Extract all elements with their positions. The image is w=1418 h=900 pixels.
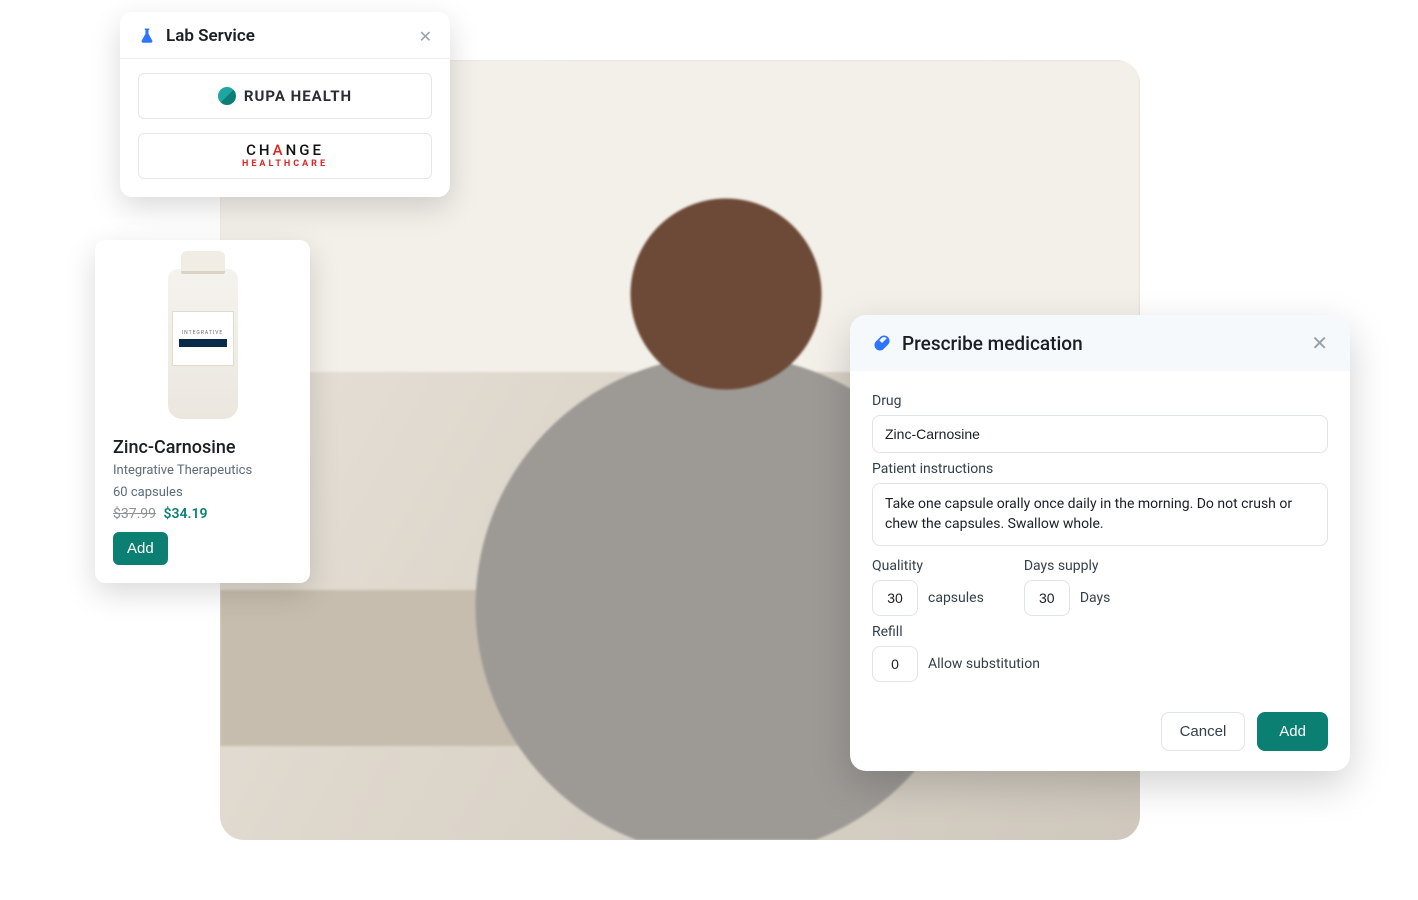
quantity-unit: capsules (928, 590, 984, 606)
price-old: $37.99 (113, 506, 156, 522)
days-supply-unit: Days (1080, 590, 1111, 606)
add-product-button[interactable]: Add (113, 532, 168, 565)
lab-option-change[interactable]: CHANGE HEALTHCARE (138, 133, 432, 179)
instructions-input[interactable]: Take one capsule orally once daily in th… (872, 483, 1328, 546)
product-card: INTEGRATIVE Zinc-Carnosine Integrative T… (95, 240, 310, 583)
change-logo-line1: CHANGE (246, 143, 324, 158)
pill-icon (872, 333, 892, 353)
rupa-logo-text: RUPA HEALTH (244, 87, 352, 105)
close-icon[interactable]: ✕ (1311, 331, 1328, 355)
product-brand: Integrative Therapeutics (113, 462, 292, 480)
days-supply-label: Days supply (1024, 558, 1111, 574)
price-new: $34.19 (164, 506, 208, 522)
change-healthcare-logo: CHANGE HEALTHCARE (242, 143, 328, 169)
change-logo-line2: HEALTHCARE (242, 160, 328, 169)
flask-icon (138, 27, 156, 45)
quantity-label: Qualitity (872, 558, 984, 574)
product-pack: 60 capsules (113, 484, 292, 502)
refill-label: Refill (872, 624, 1328, 640)
quantity-input[interactable] (872, 580, 918, 616)
bottle-label: INTEGRATIVE (172, 311, 234, 366)
bottle-graphic: INTEGRATIVE (168, 269, 238, 419)
close-icon[interactable]: ✕ (419, 27, 432, 46)
refill-input[interactable] (872, 646, 918, 682)
prescribe-footer: Cancel Add (850, 696, 1350, 771)
instructions-label: Patient instructions (872, 461, 1328, 477)
prescribe-header: Prescribe medication ✕ (850, 315, 1350, 371)
prescribe-medication-modal: Prescribe medication ✕ Drug Patient inst… (850, 315, 1350, 771)
rupa-logo-icon (218, 87, 236, 105)
lab-service-title: Lab Service (166, 26, 255, 46)
days-supply-input[interactable] (1024, 580, 1070, 616)
product-name: Zinc-Carnosine (113, 437, 292, 458)
cancel-button[interactable]: Cancel (1161, 712, 1246, 751)
product-image: INTEGRATIVE (113, 256, 292, 431)
lab-service-header: Lab Service ✕ (120, 12, 450, 59)
drug-label: Drug (872, 393, 1328, 409)
product-price: $37.99 $34.19 (113, 506, 292, 522)
rupa-health-logo: RUPA HEALTH (218, 87, 352, 105)
lab-option-rupa[interactable]: RUPA HEALTH (138, 73, 432, 119)
prescribe-title: Prescribe medication (902, 332, 1083, 355)
substitution-label: Allow substitution (928, 656, 1040, 672)
lab-service-popover: Lab Service ✕ RUPA HEALTH CHANGE HEALTHC… (120, 12, 450, 197)
add-button[interactable]: Add (1257, 712, 1328, 751)
drug-input[interactable] (872, 415, 1328, 453)
